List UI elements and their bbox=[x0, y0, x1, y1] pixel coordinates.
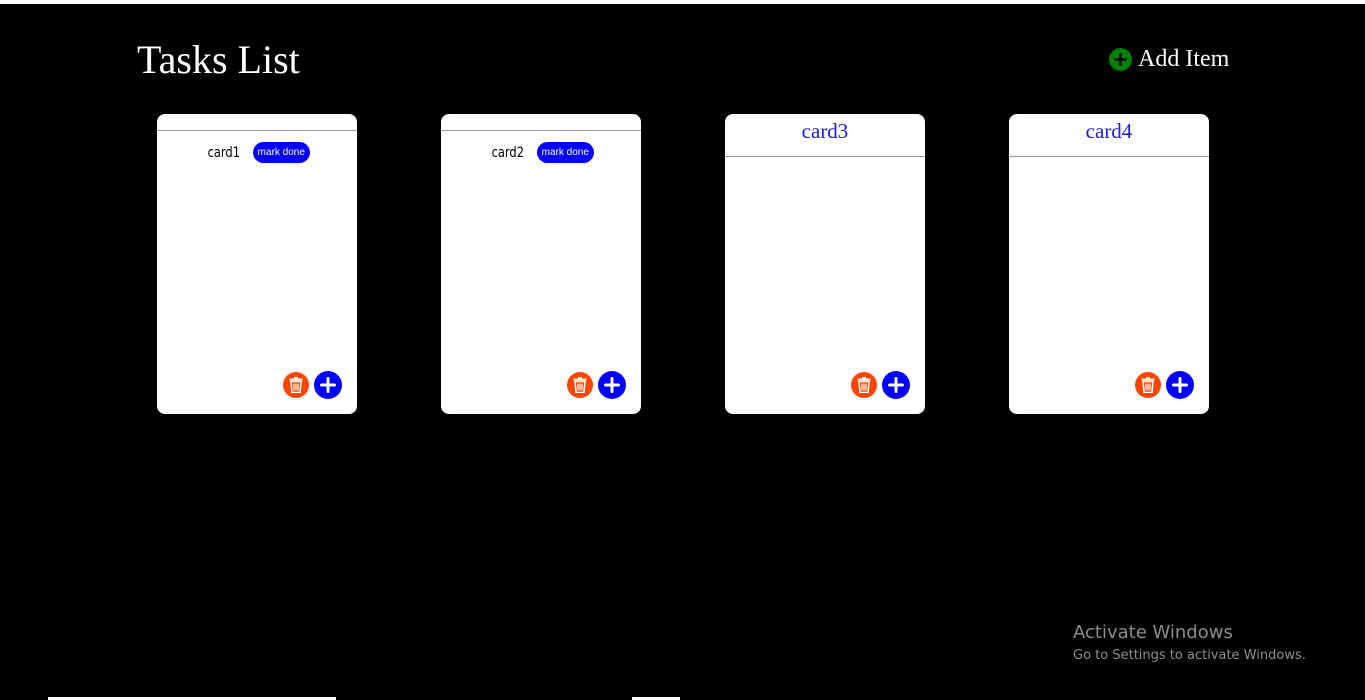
trash-icon bbox=[1141, 377, 1155, 393]
trash-icon bbox=[573, 377, 587, 393]
task-card-4: card4 bbox=[1009, 114, 1209, 414]
add-task-button[interactable] bbox=[598, 371, 626, 399]
add-task-button[interactable] bbox=[882, 371, 910, 399]
mark-done-button[interactable]: mark done bbox=[536, 142, 594, 163]
windows-activation-watermark: Activate Windows Go to Settings to activ… bbox=[1073, 621, 1306, 667]
card-title: card4 bbox=[1085, 119, 1133, 143]
task-card-3: card3 bbox=[725, 114, 925, 414]
add-item-label: Add Item bbox=[1138, 46, 1230, 72]
card-header bbox=[441, 114, 641, 131]
plus-circle-icon bbox=[1109, 47, 1132, 71]
plus-icon bbox=[888, 377, 904, 393]
card-actions bbox=[567, 371, 626, 399]
task-card-2: card2 mark done bbox=[441, 114, 641, 414]
card-actions bbox=[851, 371, 910, 399]
top-border bbox=[0, 0, 1365, 4]
watermark-title: Activate Windows bbox=[1073, 622, 1233, 643]
task-card-1: card1 mark done bbox=[157, 114, 357, 414]
delete-card-button[interactable] bbox=[1135, 372, 1161, 398]
card-title: card3 bbox=[801, 119, 849, 143]
card-actions bbox=[1135, 371, 1194, 399]
task-item: card1 mark done bbox=[157, 142, 357, 163]
task-name: card2 bbox=[491, 144, 525, 161]
delete-card-button[interactable] bbox=[851, 372, 877, 398]
add-task-button[interactable] bbox=[1166, 371, 1194, 399]
delete-card-button[interactable] bbox=[567, 372, 593, 398]
add-task-button[interactable] bbox=[314, 371, 342, 399]
plus-icon bbox=[1172, 377, 1188, 393]
card-header: card3 bbox=[725, 114, 925, 157]
card-header: card4 bbox=[1009, 114, 1209, 157]
card-actions bbox=[283, 371, 342, 399]
delete-card-button[interactable] bbox=[283, 372, 309, 398]
plus-icon bbox=[320, 377, 336, 393]
trash-icon bbox=[289, 377, 303, 393]
watermark-subtitle: Go to Settings to activate Windows. bbox=[1073, 648, 1306, 663]
plus-icon bbox=[604, 377, 620, 393]
page-title: Tasks List bbox=[137, 37, 300, 82]
card-header bbox=[157, 114, 357, 131]
add-item-button[interactable]: Add Item bbox=[1109, 46, 1229, 72]
task-item: card2 mark done bbox=[441, 142, 641, 163]
trash-icon bbox=[857, 377, 871, 393]
task-name: card1 bbox=[207, 144, 241, 161]
mark-done-button[interactable]: mark done bbox=[252, 142, 310, 163]
